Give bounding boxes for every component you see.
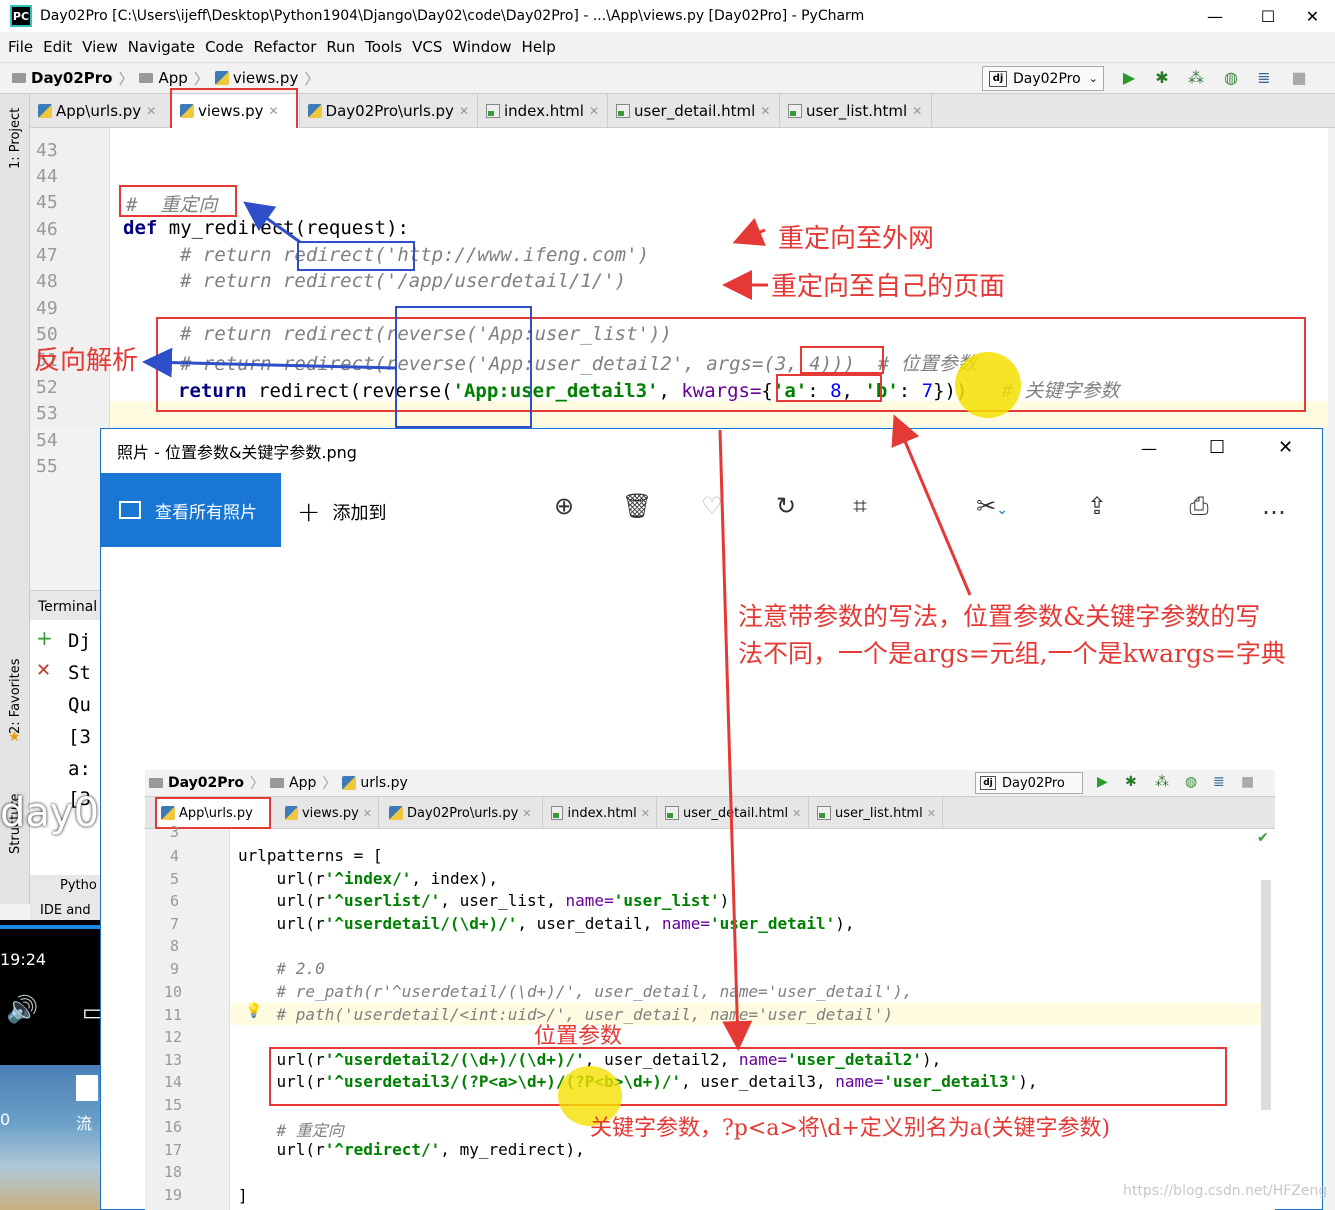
long-annotation-arrows: [718, 414, 972, 1051]
arrow-to-urlpatterns: [718, 429, 753, 1051]
arrow-note-to-code: [891, 414, 972, 596]
watermark: https://blog.csdn.net/HFZeng: [1123, 1183, 1328, 1199]
